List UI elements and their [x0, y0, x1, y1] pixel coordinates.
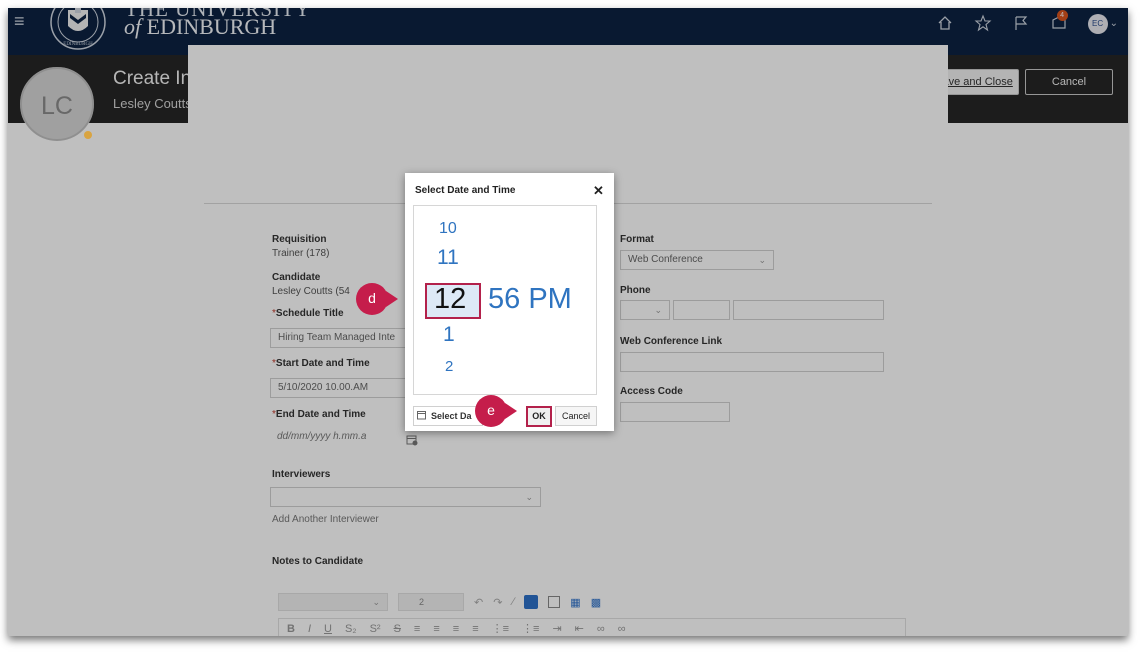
app-frame: ≡ EDINBURGH THE UNIVERSITY of EDINBURGH — [8, 8, 1128, 636]
status-dot — [84, 131, 92, 139]
date-time-dialog: Select Date and Time ✕ 10 11 12 56 PM 1 … — [405, 173, 614, 431]
hour-option[interactable]: 2 — [445, 358, 453, 375]
close-icon[interactable]: ✕ — [593, 183, 604, 199]
hour-option[interactable]: 11 — [437, 246, 459, 270]
dialog-title: Select Date and Time — [415, 185, 516, 196]
selected-minute-ampm[interactable]: 56 PM — [488, 283, 572, 316]
select-date-button[interactable]: Select Da — [413, 406, 483, 426]
dialog-cancel-button[interactable]: Cancel — [555, 406, 597, 426]
selected-hour[interactable]: 12 — [434, 283, 466, 316]
ok-button[interactable]: OK — [526, 406, 552, 427]
calendar-icon — [417, 411, 426, 420]
hour-option[interactable]: 10 — [439, 220, 457, 238]
avatar-dim — [20, 67, 94, 141]
time-picker-wheel[interactable]: 10 11 12 56 PM 1 2 — [413, 205, 597, 395]
callout-e: e — [475, 395, 517, 427]
callout-d: d — [356, 283, 398, 315]
hour-option[interactable]: 1 — [443, 323, 455, 347]
